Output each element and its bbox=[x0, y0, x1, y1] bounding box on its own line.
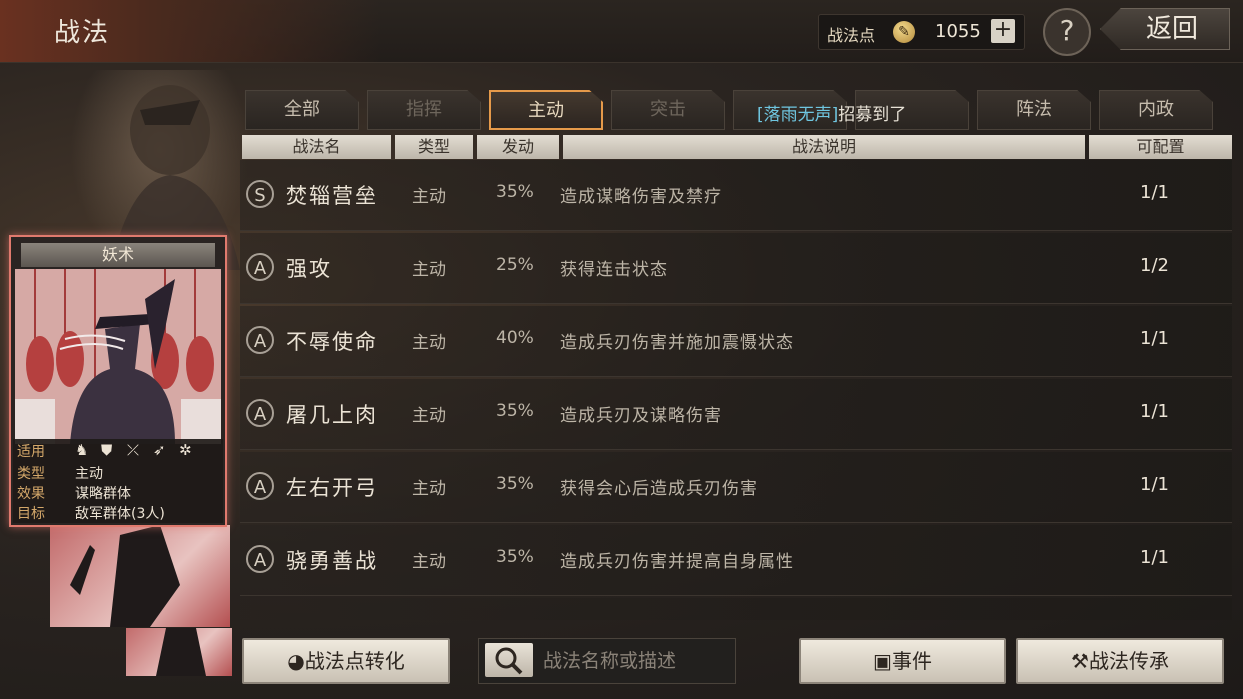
table-row-partial[interactable] bbox=[240, 598, 1232, 620]
tactic-name: 不辱使命 bbox=[286, 330, 378, 354]
tactic-detail-card: 妖术 适用 ♞ ⛊ ⤫ ➶ ✲ 类型 主动 效果 谋略群体 目标 敌军群体(3人… bbox=[9, 235, 227, 527]
info-value: 主动 bbox=[75, 466, 103, 482]
header-description: 战法说明 bbox=[563, 135, 1085, 159]
event-button[interactable]: ▣事件 bbox=[799, 638, 1006, 684]
tactic-rate: 35% bbox=[496, 401, 534, 421]
table-row[interactable]: A 左右开弓 主动 35% 获得会心后造成兵刃伤害 1/1 bbox=[240, 452, 1232, 523]
info-key: 效果 bbox=[17, 486, 45, 502]
tab-internal[interactable]: 内政 bbox=[1099, 90, 1213, 130]
table-row[interactable]: A 强攻 主动 25% 获得连击状态 1/2 bbox=[240, 233, 1232, 304]
tactic-name: 强攻 bbox=[286, 257, 332, 281]
header-type[interactable]: 类型 bbox=[395, 135, 473, 159]
grade-badge: A bbox=[246, 326, 274, 354]
tactic-description: 造成兵刃伤害并施加震慑状态 bbox=[560, 333, 794, 353]
inherit-label: 战法传承 bbox=[1088, 649, 1169, 673]
tactic-rate: 35% bbox=[496, 547, 534, 567]
tactic-configurable: 1/2 bbox=[1140, 255, 1169, 276]
tab-all[interactable]: 全部 bbox=[245, 90, 359, 130]
event-icon: ▣ bbox=[873, 649, 892, 673]
tactic-type: 主动 bbox=[412, 260, 446, 280]
grade-badge: A bbox=[246, 472, 274, 500]
tab-command[interactable]: 指挥 bbox=[367, 90, 481, 130]
page-title: 战法 bbox=[54, 18, 111, 48]
tactic-type: 主动 bbox=[412, 406, 446, 426]
search-input[interactable] bbox=[541, 643, 731, 679]
info-key: 目标 bbox=[17, 506, 45, 522]
tab-formation[interactable]: 阵法 bbox=[977, 90, 1091, 130]
tactic-configurable: 1/1 bbox=[1140, 182, 1169, 203]
points-value: 1055 bbox=[935, 21, 981, 42]
shield-icon: ⛊ bbox=[101, 441, 113, 459]
tactic-rate: 25% bbox=[496, 255, 534, 275]
convert-points-button[interactable]: ◕战法点转化 bbox=[242, 638, 450, 684]
tactic-rate: 40% bbox=[496, 328, 534, 348]
hammer-icon: ⚒ bbox=[1071, 649, 1089, 673]
event-label: 事件 bbox=[891, 649, 932, 673]
tactic-description: 造成兵刃伤害并提高自身属性 bbox=[560, 552, 794, 572]
tactic-type: 主动 bbox=[412, 333, 446, 353]
tab-active[interactable]: 主动 bbox=[489, 90, 603, 130]
top-bar: 战法 战法点 ✎ 1055 + ? 返回 bbox=[0, 0, 1243, 63]
tactic-card-thumbnail[interactable] bbox=[50, 525, 230, 627]
tactic-name: 左右开弓 bbox=[286, 476, 378, 500]
tactic-name: 焚辎营垒 bbox=[286, 184, 378, 208]
card-title: 妖术 bbox=[21, 243, 215, 267]
tactic-art bbox=[15, 269, 221, 444]
spear-icon: ➶ bbox=[153, 441, 166, 459]
tab-assault[interactable]: 突击 bbox=[611, 90, 725, 130]
tactic-description: 获得会心后造成兵刃伤害 bbox=[560, 479, 758, 499]
tactic-configurable: 1/1 bbox=[1140, 328, 1169, 349]
tactic-configurable: 1/1 bbox=[1140, 401, 1169, 422]
tactic-description: 造成兵刃及谋略伤害 bbox=[560, 406, 722, 426]
tactic-rate: 35% bbox=[496, 474, 534, 494]
bow-icon: ⤫ bbox=[127, 441, 140, 459]
tactic-points-display: 战法点 ✎ 1055 + bbox=[818, 14, 1025, 50]
coin-icon: ✎ bbox=[893, 21, 915, 43]
notice-text: 招募到了 bbox=[838, 105, 907, 125]
search-box bbox=[478, 638, 736, 684]
search-icon bbox=[495, 647, 523, 675]
convert-icon: ◕ bbox=[287, 649, 305, 673]
search-button[interactable] bbox=[485, 643, 533, 677]
tactic-configurable: 1/1 bbox=[1140, 547, 1169, 568]
inherit-button[interactable]: ⚒战法传承 bbox=[1016, 638, 1224, 684]
info-key: 类型 bbox=[17, 466, 45, 482]
add-points-button[interactable]: + bbox=[991, 19, 1015, 43]
table-row[interactable]: S 焚辎营垒 主动 35% 造成谋略伤害及禁疗 1/1 bbox=[240, 160, 1232, 231]
tactic-name: 屠几上肉 bbox=[286, 403, 378, 427]
card-info: 适用 ♞ ⛊ ⤫ ➶ ✲ 类型 主动 效果 谋略群体 目标 敌军群体(3人) bbox=[13, 439, 223, 523]
grade-badge: S bbox=[246, 180, 274, 208]
grade-badge: A bbox=[246, 253, 274, 281]
tactic-card-thumbnail-2[interactable] bbox=[126, 628, 232, 676]
points-label: 战法点 bbox=[827, 26, 876, 45]
tactic-rate: 35% bbox=[496, 182, 534, 202]
tactic-configurable: 1/1 bbox=[1140, 474, 1169, 495]
info-value: 敌军群体(3人) bbox=[75, 506, 165, 522]
recruit-notice: [落雨无声]招募到了 bbox=[757, 100, 906, 125]
tactic-type: 主动 bbox=[412, 552, 446, 572]
header-configurable[interactable]: 可配置 bbox=[1089, 135, 1232, 159]
info-value: 谋略群体 bbox=[75, 486, 131, 502]
info-key: 适用 bbox=[17, 444, 45, 460]
table-row[interactable]: A 屠几上肉 主动 35% 造成兵刃及谋略伤害 1/1 bbox=[240, 379, 1232, 450]
notice-player-name: [落雨无声] bbox=[757, 105, 839, 125]
grade-badge: A bbox=[246, 545, 274, 573]
cavalry-icon: ♞ bbox=[75, 441, 89, 459]
tactic-name: 骁勇善战 bbox=[286, 549, 378, 573]
table-row[interactable]: A 骁勇善战 主动 35% 造成兵刃伤害并提高自身属性 1/1 bbox=[240, 525, 1232, 596]
help-button[interactable]: ? bbox=[1043, 8, 1091, 56]
wheel-icon: ✲ bbox=[179, 441, 192, 459]
tactic-type: 主动 bbox=[412, 479, 446, 499]
convert-label: 战法点转化 bbox=[304, 649, 405, 673]
grade-badge: A bbox=[246, 399, 274, 427]
table-row[interactable]: A 不辱使命 主动 40% 造成兵刃伤害并施加震慑状态 1/1 bbox=[240, 306, 1232, 377]
tactic-description: 获得连击状态 bbox=[560, 260, 668, 280]
tactic-description: 造成谋略伤害及禁疗 bbox=[560, 187, 722, 207]
back-button[interactable]: 返回 bbox=[1100, 8, 1230, 50]
header-name[interactable]: 战法名 bbox=[242, 135, 391, 159]
header-rate[interactable]: 发动 bbox=[477, 135, 559, 159]
tactic-type: 主动 bbox=[412, 187, 446, 207]
